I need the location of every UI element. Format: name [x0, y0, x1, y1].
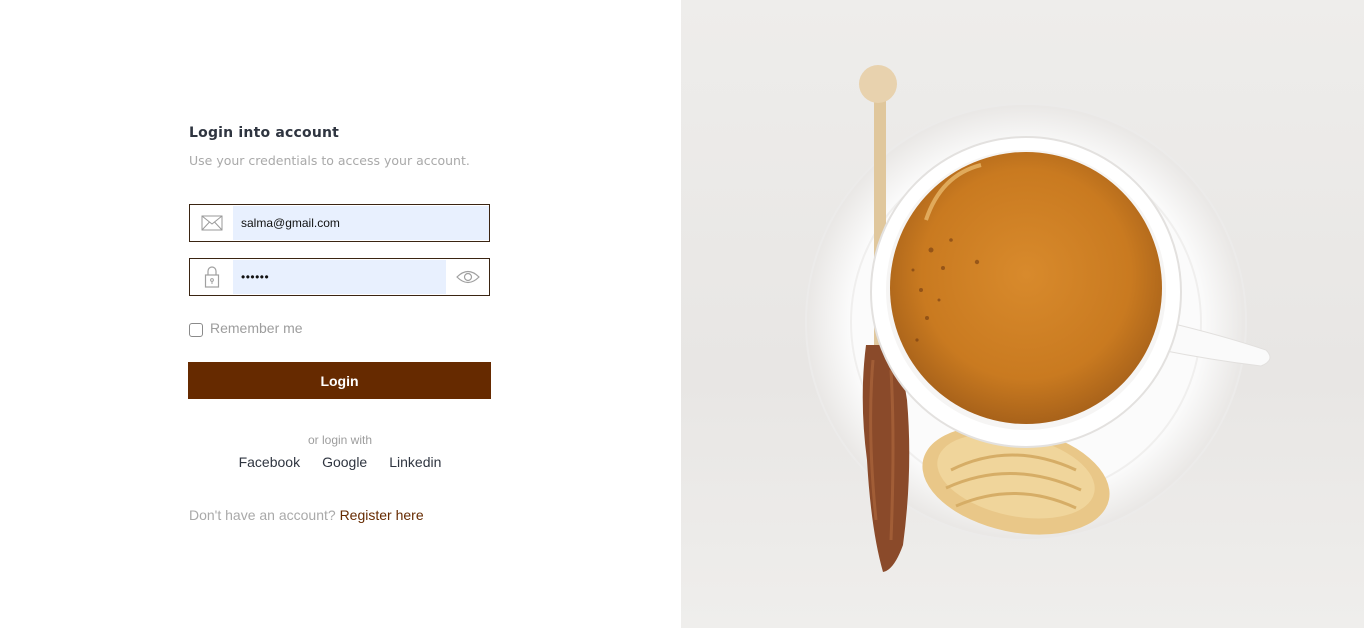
facebook-login-link[interactable]: Facebook: [239, 454, 300, 470]
remember-me-checkbox[interactable]: [189, 323, 203, 337]
email-field[interactable]: salma@gmail.com: [189, 204, 490, 242]
register-prompt: Don't have an account? Register here: [189, 507, 424, 523]
register-link[interactable]: Register here: [340, 507, 424, 523]
hero-image: [681, 0, 1364, 628]
envelope-icon: [190, 205, 233, 241]
google-login-link[interactable]: Google: [322, 454, 367, 470]
coffee-illustration: [805, 65, 1271, 572]
eye-icon[interactable]: [446, 259, 489, 295]
remember-me-label: Remember me: [210, 319, 303, 336]
lock-icon: [190, 259, 233, 295]
login-button[interactable]: Login: [188, 362, 491, 399]
email-input[interactable]: salma@gmail.com: [233, 206, 489, 240]
password-field[interactable]: ••••••: [189, 258, 490, 296]
register-prompt-text: Don't have an account?: [189, 507, 336, 523]
remember-me[interactable]: Remember me: [189, 318, 303, 337]
or-login-with-label: or login with: [307, 433, 373, 447]
page-subtitle: Use your credentials to access your acco…: [189, 153, 470, 168]
login-panel: Login into account Use your credentials …: [0, 0, 681, 628]
social-login-links: Facebook Google Linkedin: [189, 454, 491, 470]
page-title: Login into account: [189, 125, 340, 141]
password-input[interactable]: ••••••: [233, 260, 446, 294]
linkedin-login-link[interactable]: Linkedin: [389, 454, 441, 470]
